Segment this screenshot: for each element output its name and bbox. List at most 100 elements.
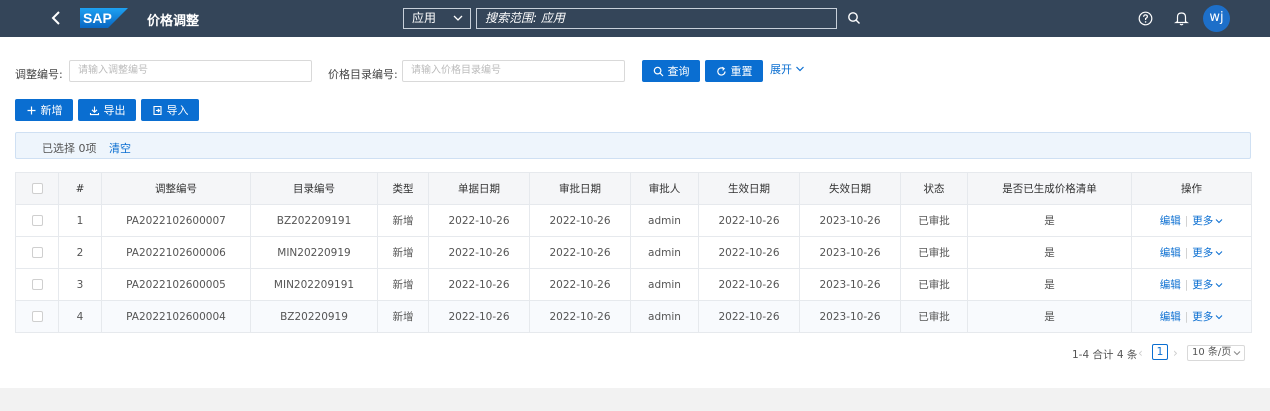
column-header: 失效日期 <box>799 172 901 205</box>
export-button[interactable]: 导出 <box>78 99 136 121</box>
row-index: 4 <box>58 300 102 333</box>
table-row[interactable]: 4 PA2022102600004 BZ20220919 新增 2022-10-… <box>15 300 1252 333</box>
sap-logo: SAP <box>80 8 128 28</box>
expand-toggle[interactable]: 展开 <box>770 61 805 77</box>
expiry-date-cell: 2023-10-26 <box>799 204 901 237</box>
edit-link[interactable]: 编辑 <box>1160 247 1181 259</box>
actions-cell: 编辑 | 更多 <box>1131 204 1252 237</box>
doc-date-cell: 2022-10-26 <box>428 268 530 301</box>
approval-date-cell: 2022-10-26 <box>529 300 631 333</box>
price-list-generated-cell: 是 <box>967 236 1132 269</box>
type-cell: 新增 <box>377 300 429 333</box>
column-header: 单据日期 <box>428 172 530 205</box>
chevron-down-icon <box>1233 351 1241 356</box>
column-header: 审批人 <box>630 172 699 205</box>
adjust-no-label: 调整编号: <box>15 68 63 81</box>
refresh-icon <box>716 66 726 76</box>
chevron-down-icon <box>796 66 804 72</box>
edit-link[interactable]: 编辑 <box>1160 215 1181 227</box>
app-header: SAP 价格调整 应用 搜索范围: 应用 wj <box>0 0 1270 37</box>
catalog-no-cell: MIN202209191 <box>250 268 378 301</box>
search-icon[interactable] <box>847 11 861 25</box>
column-header: 操作 <box>1131 172 1252 205</box>
chevron-down-icon <box>1215 282 1223 287</box>
adjust-no-cell: PA2022102600006 <box>101 236 251 269</box>
row-index: 3 <box>58 268 102 301</box>
approver-cell: admin <box>630 236 699 269</box>
approver-cell: admin <box>630 268 699 301</box>
page-number-button[interactable]: 1 <box>1152 344 1168 360</box>
reset-button[interactable]: 重置 <box>705 60 763 82</box>
table-row[interactable]: 3 PA2022102600005 MIN202209191 新增 2022-1… <box>15 268 1252 301</box>
doc-date-cell: 2022-10-26 <box>428 204 530 237</box>
clear-selection-link[interactable]: 清空 <box>109 140 131 156</box>
add-button[interactable]: 新增 <box>15 99 73 121</box>
row-checkbox[interactable] <box>31 279 43 290</box>
row-checkbox[interactable] <box>31 311 43 322</box>
selection-bar: 已选择 0项 清空 <box>15 132 1251 159</box>
edit-link[interactable]: 编辑 <box>1160 311 1181 323</box>
catalog-no-input[interactable]: 请输入价格目录编号 <box>402 60 625 82</box>
query-button[interactable]: 查询 <box>642 60 700 82</box>
expiry-date-cell: 2023-10-26 <box>799 268 901 301</box>
more-menu[interactable]: 更多 <box>1192 213 1223 228</box>
column-header: 目录编号 <box>250 172 378 205</box>
price-list-generated-cell: 是 <box>967 268 1132 301</box>
effective-date-cell: 2022-10-26 <box>698 204 800 237</box>
next-page-icon[interactable]: › <box>1173 346 1178 360</box>
adjust-no-cell: PA2022102600005 <box>101 268 251 301</box>
table-row[interactable]: 2 PA2022102600006 MIN20220919 新增 2022-10… <box>15 236 1252 269</box>
avatar[interactable]: wj <box>1203 5 1230 32</box>
more-menu[interactable]: 更多 <box>1192 277 1223 292</box>
expiry-date-cell: 2023-10-26 <box>799 300 901 333</box>
price-list-generated-cell: 是 <box>967 300 1132 333</box>
column-header: 生效日期 <box>698 172 800 205</box>
price-adjustment-table: # 调整编号 目录编号 类型 单据日期 审批日期 审批人 生效日期 失效日期 状… <box>15 172 1252 333</box>
status-cell: 已审批 <box>900 236 968 269</box>
adjust-no-cell: PA2022102600007 <box>101 204 251 237</box>
approver-cell: admin <box>630 300 699 333</box>
plus-icon <box>27 106 35 114</box>
more-menu[interactable]: 更多 <box>1192 245 1223 260</box>
chevron-down-icon <box>1215 250 1223 255</box>
adjust-no-input[interactable]: 请输入调整编号 <box>69 60 312 82</box>
help-icon[interactable] <box>1138 11 1153 26</box>
catalog-no-cell: MIN20220919 <box>250 236 378 269</box>
column-header: # <box>58 172 102 205</box>
table-row[interactable]: 1 PA2022102600007 BZ202209191 新增 2022-10… <box>15 204 1252 237</box>
approval-date-cell: 2022-10-26 <box>529 268 631 301</box>
bell-icon[interactable] <box>1174 10 1189 26</box>
global-search-input[interactable]: 搜索范围: 应用 <box>476 8 837 29</box>
row-checkbox[interactable] <box>31 215 43 226</box>
approval-date-cell: 2022-10-26 <box>529 204 631 237</box>
actions-cell: 编辑 | 更多 <box>1131 300 1252 333</box>
selected-count: 已选择 0项 <box>42 142 97 155</box>
select-all-checkbox[interactable] <box>31 183 43 194</box>
effective-date-cell: 2022-10-26 <box>698 300 800 333</box>
page-size-select[interactable]: 10 条/页 <box>1187 345 1245 361</box>
type-cell: 新增 <box>377 236 429 269</box>
catalog-no-label: 价格目录编号: <box>328 68 398 81</box>
chevron-down-icon <box>1215 314 1223 319</box>
page-footer <box>0 388 1270 411</box>
column-header: 是否已生成价格清单 <box>967 172 1132 205</box>
import-button[interactable]: 导入 <box>141 99 199 121</box>
scope-select[interactable]: 应用 <box>403 8 471 29</box>
back-icon[interactable] <box>48 8 64 28</box>
select-all-cell[interactable] <box>15 172 59 205</box>
more-menu[interactable]: 更多 <box>1192 309 1223 324</box>
prev-page-icon[interactable]: ‹ <box>1138 346 1143 360</box>
status-cell: 已审批 <box>900 300 968 333</box>
svg-text:SAP: SAP <box>83 10 112 26</box>
catalog-no-cell: BZ20220919 <box>250 300 378 333</box>
search-icon <box>653 66 663 76</box>
expiry-date-cell: 2023-10-26 <box>799 236 901 269</box>
row-checkbox[interactable] <box>31 247 43 258</box>
status-cell: 已审批 <box>900 204 968 237</box>
edit-link[interactable]: 编辑 <box>1160 279 1181 291</box>
chevron-down-icon <box>1215 218 1223 223</box>
table-header: # 调整编号 目录编号 类型 单据日期 审批日期 审批人 生效日期 失效日期 状… <box>15 172 1252 205</box>
page-title: 价格调整 <box>147 14 200 29</box>
column-header: 类型 <box>377 172 429 205</box>
price-list-generated-cell: 是 <box>967 204 1132 237</box>
